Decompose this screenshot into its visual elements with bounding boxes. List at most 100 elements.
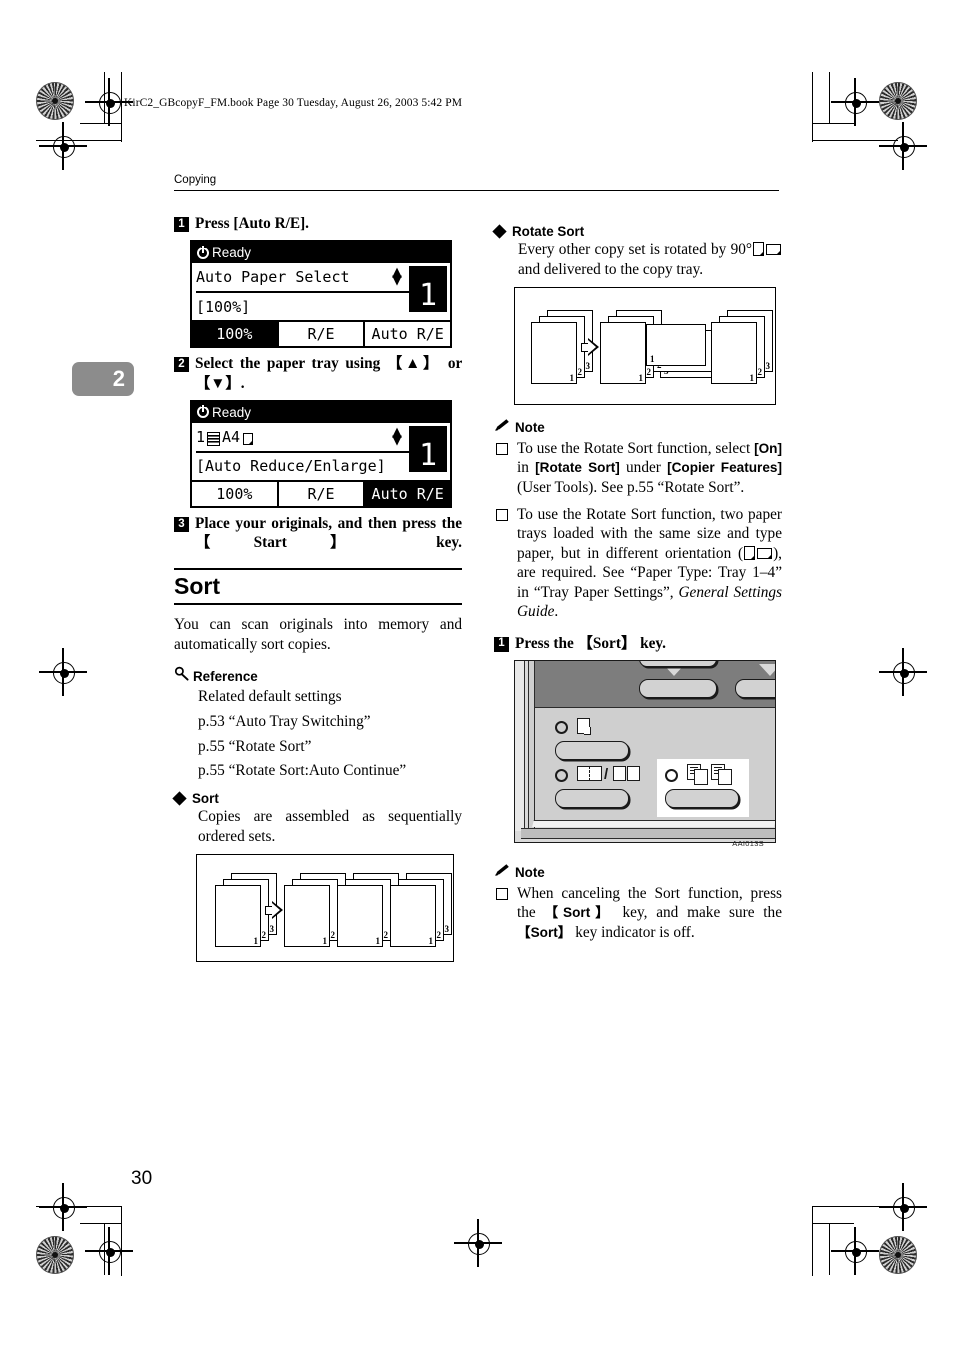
sheet-1: 1 xyxy=(390,884,436,947)
combine-icon xyxy=(577,717,593,736)
sheet-label-1: 1 xyxy=(428,935,434,946)
portrait-sheet-icon xyxy=(753,242,764,256)
registration-mark-bl2 xyxy=(85,1227,133,1275)
duplex-slash: / xyxy=(604,765,609,783)
lcd1-tab-auto-re[interactable]: Auto R/E xyxy=(365,322,450,346)
sort-doc-1-offset xyxy=(694,768,708,785)
trim-line-bottom-left2 xyxy=(121,1206,123,1276)
lcd2-status-text: Ready xyxy=(212,404,252,420)
section-sort: Sort xyxy=(174,568,462,605)
note-heading-1: Note xyxy=(494,418,782,437)
seg-on: [On] xyxy=(754,440,782,456)
right-column: Rotate Sort Every other copy set is rota… xyxy=(492,214,782,950)
sort-key[interactable] xyxy=(665,788,739,808)
duplex-page-right xyxy=(589,765,602,781)
lcd1-status-text: Ready xyxy=(212,245,252,261)
sort-led xyxy=(665,768,678,782)
lcd1-tab-re[interactable]: R/E xyxy=(279,322,366,347)
step-3-number: 3 xyxy=(174,516,189,532)
color-target-bottom-right xyxy=(879,1236,917,1274)
step-2-text-line1: Select the paper tray using xyxy=(195,355,381,373)
step-2-text-or: or xyxy=(447,355,463,373)
reference-line-2: p.55 “Rotate Sort” xyxy=(198,737,312,755)
seg-copier-features: [Copier Features] xyxy=(667,460,782,476)
trim-line-bottom-right2 xyxy=(812,1206,898,1208)
header-rule xyxy=(174,190,779,191)
panel-top-key-0[interactable] xyxy=(639,660,717,667)
lcd2-tab-100[interactable]: 100% xyxy=(192,481,279,506)
sort-bullet-body: Copies are assembled as sequentially ord… xyxy=(198,808,462,845)
note-heading-1-text: Note xyxy=(515,419,545,435)
square-bullet-icon xyxy=(496,509,508,522)
note-item-1-2: To use the Rotate Sort function, two pap… xyxy=(494,505,782,622)
reference-heading-text: Reference xyxy=(193,669,258,685)
lcd2-tab-auto-re[interactable]: Auto R/E xyxy=(365,481,451,506)
step-2-text: Select the paper tray using 【▲】 or 【▼】. xyxy=(195,354,462,393)
lcd2-paper-size: A4 xyxy=(222,427,241,446)
step-2: 2 Select the paper tray using 【▲】 or 【▼】… xyxy=(174,354,462,393)
panel-bottom-bevel xyxy=(532,819,775,827)
step-1-number: 1 xyxy=(174,217,189,232)
lcd2-tray-number: 1 xyxy=(196,427,206,446)
duplex-key[interactable] xyxy=(555,788,629,808)
trim-line-top-right xyxy=(812,123,854,125)
panel-left-edge-inner xyxy=(528,660,535,831)
trim-line-top xyxy=(80,123,122,125)
duplex-out-page-2 xyxy=(627,765,640,781)
lcd1-tab-100[interactable]: 100% xyxy=(192,322,279,347)
panel-triangle-indicator-2 xyxy=(759,663,775,676)
lcd1-line2-text: [100%] xyxy=(196,297,251,316)
trim-line-left2 xyxy=(121,72,123,142)
sheet-label-1: 1 xyxy=(569,372,575,383)
sheet-label-2: 2 xyxy=(757,366,763,377)
panel-left-edge xyxy=(515,660,525,831)
diamond-bullet-icon xyxy=(172,791,187,806)
sheet-label-2: 2 xyxy=(261,929,267,940)
lcd1-tabs: 100% R/E Auto R/E xyxy=(192,320,450,347)
process-arrow-icon xyxy=(265,900,285,921)
running-header: Copying xyxy=(174,174,779,191)
seg-text: To use the Rotate Sort function, select xyxy=(517,439,755,457)
sort-bullet-heading: Sort xyxy=(172,791,462,806)
pencil-icon xyxy=(494,863,511,882)
left-column: 1 Press [Auto R/E]. Ready 1 Auto Paper S… xyxy=(172,214,462,966)
trim-line-bottom-right xyxy=(812,1223,854,1225)
sort-doc-2-offset xyxy=(718,768,732,785)
duplex-out-page-1 xyxy=(613,765,626,781)
seg-period: . xyxy=(554,603,559,621)
note-item-1-1: To use the Rotate Sort function, select … xyxy=(494,439,782,497)
trim-line-right-bottom2 xyxy=(812,1206,814,1276)
lcd1-status-bar: Ready xyxy=(192,242,450,264)
panel-top-key-1[interactable] xyxy=(639,678,717,698)
rotate-sort-body-a: Every other copy set is rotated by 90° xyxy=(518,241,752,258)
sheet-label-1: 1 xyxy=(650,353,655,364)
sheet-label-1: 1 xyxy=(253,935,259,946)
duplex-icon: / xyxy=(577,764,643,784)
sort-bullet-heading-text: Sort xyxy=(192,791,219,806)
step-2-period: . xyxy=(240,374,245,392)
running-header-text: Copying xyxy=(174,174,217,186)
seg-mid: key, and make sure the xyxy=(613,904,782,922)
lcd2-tab-re[interactable]: R/E xyxy=(279,481,366,506)
color-target-top-left xyxy=(36,82,74,120)
lcd2-status-bar: Ready xyxy=(192,401,450,423)
lcd2-line-1: 1 A4 ▲ ▼ xyxy=(192,423,450,451)
portrait-sheet-icon xyxy=(744,545,756,560)
control-panel-figure: / xyxy=(514,659,776,843)
step-3-text-b: key. xyxy=(436,534,462,552)
seg-text: To use the Rotate Sort function, two pap… xyxy=(517,506,782,562)
seg-tail: (User Tools). See p.55 “Rotate Sort”. xyxy=(517,478,745,496)
sheet-1: 1 xyxy=(531,321,577,384)
up-down-arrows-icon: ▲ ▼ xyxy=(392,265,402,289)
registration-mark-br2 xyxy=(831,1227,879,1275)
note-item-1-2-text: To use the Rotate Sort function, two pap… xyxy=(517,505,782,622)
figure-code-row: AAI013S xyxy=(494,839,782,855)
combine-key[interactable] xyxy=(555,740,629,760)
power-ready-icon xyxy=(197,244,209,259)
trim-line-top-right2 xyxy=(812,140,898,142)
pencil-icon xyxy=(494,418,511,437)
panel-top-key-2[interactable] xyxy=(735,678,775,698)
sheet-1-rotated: 1 xyxy=(646,323,706,366)
sheet-label-1: 1 xyxy=(749,372,755,383)
trim-line-left xyxy=(104,72,106,124)
